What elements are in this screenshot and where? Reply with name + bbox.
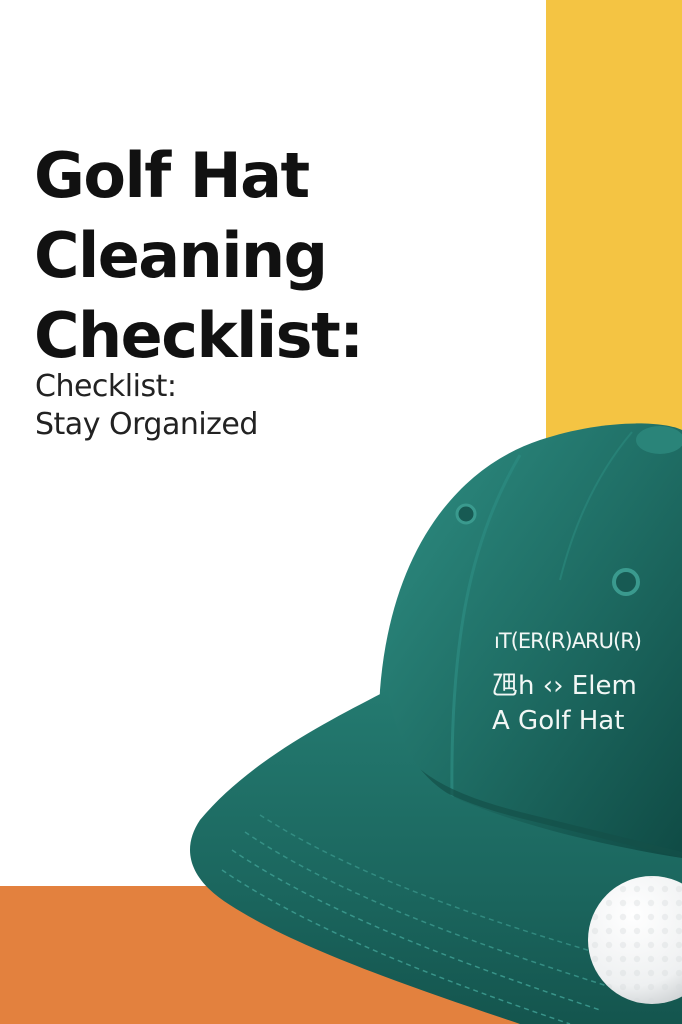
cap-eyelet-left bbox=[455, 503, 477, 525]
cap-eyelet-right bbox=[612, 568, 640, 596]
golf-cap-illustration: ıT(ER(R)ARU(R) 乪h ‹› Elem A Golf Hat bbox=[190, 423, 682, 1024]
cap-embroidery-top: ıT(ER(R)ARU(R) bbox=[494, 629, 641, 653]
cap-button bbox=[636, 426, 682, 454]
cap-embroidery-bottom: A Golf Hat bbox=[492, 706, 624, 736]
page: Golf Hat Cleaning Checklist: Checklist: … bbox=[0, 0, 682, 1024]
cap-embroidery-middle: 乪h ‹› Elem bbox=[492, 671, 637, 701]
